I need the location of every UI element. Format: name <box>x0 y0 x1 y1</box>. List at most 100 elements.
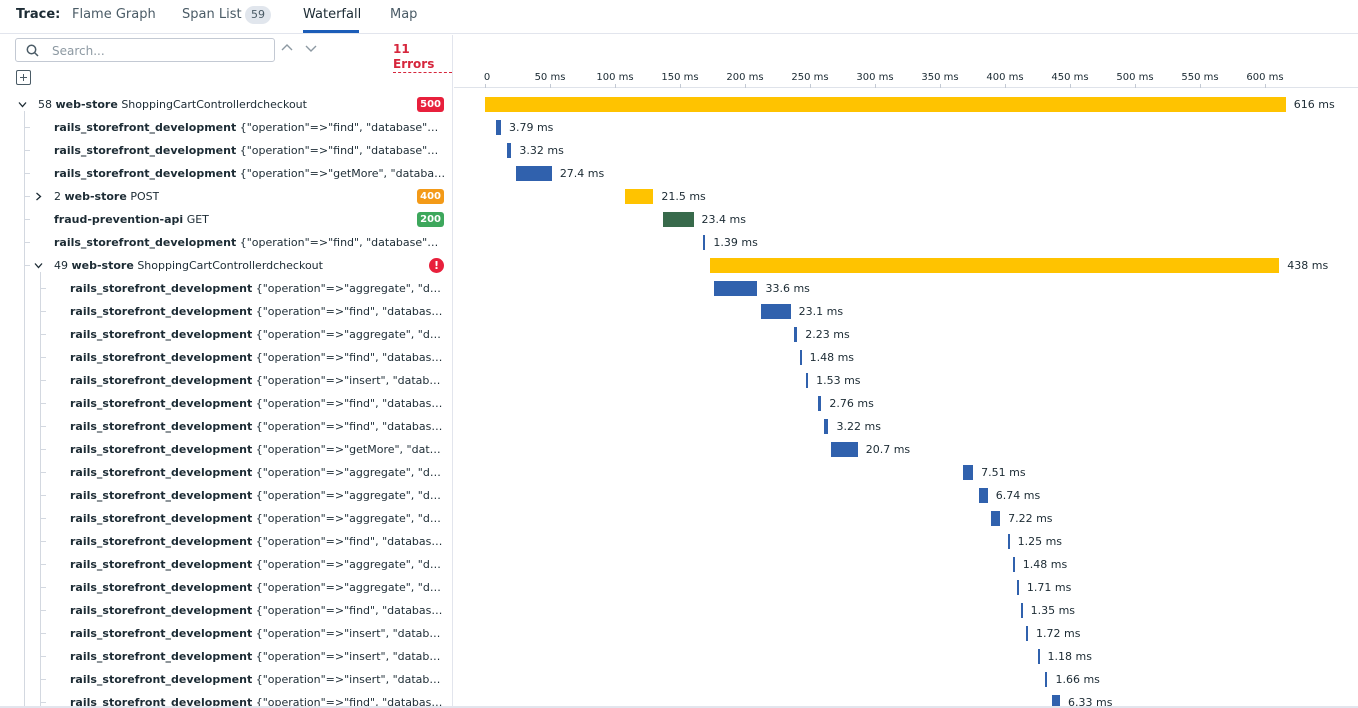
span-bar[interactable] <box>709 258 1280 273</box>
span-row[interactable]: rails_storefront_development {"operation… <box>0 392 452 415</box>
span-row[interactable]: rails_storefront_development {"operation… <box>0 668 452 691</box>
span-row[interactable]: rails_storefront_development {"operation… <box>0 530 452 553</box>
span-bar[interactable] <box>817 396 822 411</box>
span-row[interactable]: rails_storefront_development {"operation… <box>0 576 452 599</box>
span-bar[interactable] <box>1037 649 1040 664</box>
span-row[interactable]: rails_storefront_development {"operation… <box>0 507 452 530</box>
axis-tick-mark <box>745 84 746 88</box>
span-row[interactable]: 58 web-store ShoppingCartControllerdchec… <box>0 93 452 116</box>
chevron-down-icon[interactable] <box>18 100 27 109</box>
axis-tick-mark <box>1200 84 1201 88</box>
span-bar[interactable] <box>713 281 758 296</box>
span-bar[interactable] <box>1020 603 1023 618</box>
resource-name: {"operation"=>"find", "database"=>"rails… <box>255 305 447 318</box>
next-match-icon[interactable] <box>304 41 318 55</box>
span-bar[interactable] <box>703 235 706 250</box>
span-row[interactable]: rails_storefront_development {"operation… <box>0 139 452 162</box>
span-bar[interactable] <box>794 327 798 342</box>
span-label: rails_storefront_development {"operation… <box>70 396 447 411</box>
span-label: rails_storefront_development {"operation… <box>70 281 447 296</box>
chevron-right-icon[interactable] <box>34 192 43 201</box>
resource-name: GET <box>186 213 209 226</box>
previous-match-icon[interactable] <box>280 41 294 55</box>
axis-tick-label: 350 ms <box>921 72 959 83</box>
axis-tick-mark <box>485 84 486 88</box>
span-bar[interactable] <box>1016 580 1019 595</box>
resource-name: {"operation"=>"find", "database"=>"rails… <box>255 397 447 410</box>
span-bar[interactable] <box>806 373 809 388</box>
span-label: rails_storefront_development {"operation… <box>70 626 447 641</box>
span-row[interactable]: rails_storefront_development {"operation… <box>0 438 452 461</box>
search-input[interactable] <box>52 43 262 58</box>
span-bar[interactable] <box>990 511 1001 526</box>
axis-tick-mark <box>875 84 876 88</box>
span-bar[interactable] <box>516 166 552 181</box>
service-name: rails_storefront_development <box>54 236 237 249</box>
span-row[interactable]: rails_storefront_development {"operation… <box>0 622 452 645</box>
service-name: rails_storefront_development <box>54 167 237 180</box>
span-row[interactable]: rails_storefront_development {"operation… <box>0 300 452 323</box>
span-row[interactable]: rails_storefront_development {"operation… <box>0 553 452 576</box>
tab-waterfall[interactable]: Waterfall <box>303 7 361 22</box>
span-row[interactable]: 49 web-store ShoppingCartControllerdchec… <box>0 254 452 277</box>
child-count: 58 <box>38 98 56 111</box>
span-bar[interactable] <box>1025 626 1029 641</box>
span-row[interactable]: rails_storefront_development {"operation… <box>0 415 452 438</box>
span-row[interactable]: rails_storefront_development {"operation… <box>0 461 452 484</box>
axis-tick-label: 50 ms <box>534 72 566 83</box>
span-row[interactable]: 2 web-store POST 400 <box>0 185 452 208</box>
span-label: rails_storefront_development {"operation… <box>54 143 447 158</box>
resource-name: {"operation"=>"aggregate", "database"=>"… <box>255 328 447 341</box>
errors-filter-link[interactable]: 11 Errors <box>393 42 452 73</box>
span-row[interactable]: rails_storefront_development {"operation… <box>0 323 452 346</box>
span-row[interactable]: fraud-prevention-api GET 200 <box>0 208 452 231</box>
resource-name: {"operation"=>"insert", "database"=>"rai… <box>255 374 447 387</box>
span-bar[interactable] <box>1012 557 1015 572</box>
service-name: rails_storefront_development <box>70 374 253 387</box>
axis-tick-label: 550 ms <box>1181 72 1219 83</box>
span-row[interactable]: rails_storefront_development {"operation… <box>0 162 452 185</box>
axis-tick-mark <box>810 84 811 88</box>
span-row[interactable]: rails_storefront_development {"operation… <box>0 277 452 300</box>
span-bar[interactable] <box>760 304 791 319</box>
service-name: rails_storefront_development <box>70 420 253 433</box>
span-row[interactable]: rails_storefront_development {"operation… <box>0 346 452 369</box>
span-row[interactable]: rails_storefront_development {"operation… <box>0 116 452 139</box>
span-bar[interactable] <box>963 465 974 480</box>
span-bar[interactable] <box>1045 672 1048 687</box>
span-row[interactable]: rails_storefront_development {"operation… <box>0 484 452 507</box>
span-bar[interactable] <box>1007 534 1010 549</box>
span-bar[interactable] <box>507 143 512 158</box>
span-bar[interactable] <box>979 488 988 503</box>
service-name: fraud-prevention-api <box>54 213 184 226</box>
span-bar[interactable] <box>625 189 654 204</box>
span-duration-label: 1.72 ms <box>1036 627 1081 640</box>
tab-span-list[interactable]: Span List <box>182 7 242 22</box>
span-duration-label: 616 ms <box>1293 98 1335 111</box>
tab-flame-graph[interactable]: Flame Graph <box>72 7 156 22</box>
span-duration-label: 1.25 ms <box>1017 535 1063 548</box>
span-row[interactable]: rails_storefront_development {"operation… <box>0 645 452 668</box>
span-bar[interactable] <box>485 97 1286 112</box>
span-label: 49 web-store ShoppingCartControllerdchec… <box>54 258 323 273</box>
span-bar[interactable] <box>496 120 501 135</box>
expand-all-icon[interactable] <box>16 70 31 85</box>
service-name: rails_storefront_development <box>70 397 253 410</box>
span-label: rails_storefront_development {"operation… <box>70 304 447 319</box>
span-bar[interactable] <box>663 212 694 227</box>
tab-map[interactable]: Map <box>390 7 417 22</box>
span-row[interactable]: rails_storefront_development {"operation… <box>0 599 452 622</box>
span-bar[interactable] <box>799 350 802 365</box>
span-label: rails_storefront_development {"operation… <box>70 350 447 365</box>
span-row[interactable]: rails_storefront_development {"operation… <box>0 231 452 254</box>
span-bar[interactable] <box>824 419 829 434</box>
service-name: rails_storefront_development <box>70 604 253 617</box>
span-label: rails_storefront_development {"operation… <box>70 419 447 434</box>
service-name: rails_storefront_development <box>70 627 253 640</box>
chevron-down-icon[interactable] <box>34 261 43 270</box>
trace-tab-bar: Trace: Flame Graph Span List 59 Waterfal… <box>0 0 1358 34</box>
resource-name: {"operation"=>"find", "database"=>"rails… <box>239 236 447 249</box>
span-label: rails_storefront_development {"operation… <box>54 120 447 135</box>
span-row[interactable]: rails_storefront_development {"operation… <box>0 369 452 392</box>
span-bar[interactable] <box>830 442 858 457</box>
